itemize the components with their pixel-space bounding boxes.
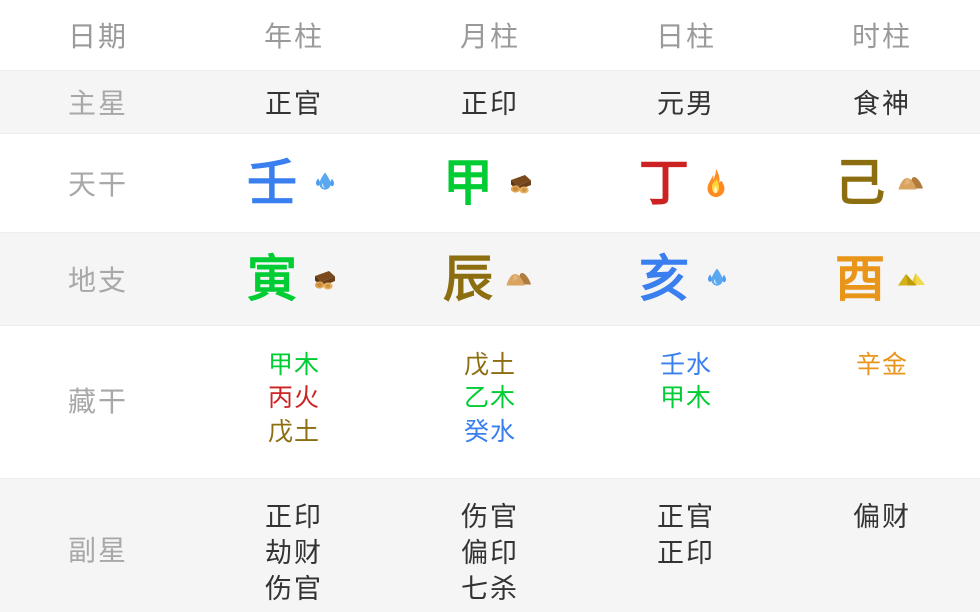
heavenly-stem-glyph-day: 丁 [639,154,689,211]
main-star-cell-hour: 食神 [784,70,980,134]
secondary-stars-row: 副星 正印 劫财 伤官 伤官 偏印 七杀 正官 正印 偏财 [0,478,980,612]
row-label-earthly-branches: 地支 [67,264,128,296]
secondary-stars-list: 正印 劫财 伤官 [196,479,392,604]
header-label-hour-pillar: 时柱 [851,20,912,52]
secondary-star-item: 伤官 [461,501,519,532]
hidden-stem-item: 戊土 [267,417,320,446]
secondary-stars-list: 伤官 偏印 七杀 [392,479,588,604]
hidden-stems-cell-day: 壬水 甲木 [588,325,784,479]
hidden-stems-cell-year: 甲木 丙火 戊土 [196,325,392,479]
hidden-stem-item: 甲木 [267,350,320,379]
main-star-value-day: 元男 [657,89,715,119]
header-label-date: 日期 [67,20,128,52]
earthly-branch-glyph-year: 寅 [247,250,297,307]
main-star-value-year: 正官 [265,89,323,119]
header-label-day-pillar: 日柱 [655,20,716,52]
header-label-year-pillar: 年柱 [263,20,324,52]
header-cell-year: 年柱 [196,0,392,71]
secondary-star-item: 偏印 [461,537,519,568]
secondary-star-item: 七杀 [461,573,519,604]
header-row-label-cell: 日期 [0,0,196,71]
secondary-star-item: 劫财 [265,537,323,568]
row-label-secondary-stars: 副星 [67,534,128,566]
row-label-heavenly-stems: 天干 [67,168,128,200]
hidden-stem-item: 癸水 [463,417,516,446]
secondary-stars-cell-year: 正印 劫财 伤官 [196,478,392,612]
secondary-star-item: 正印 [265,501,323,532]
heavenly-stem-glyph-year: 壬 [247,154,297,211]
main-star-row-label-cell: 主星 [0,70,196,134]
hidden-stem-item: 丙火 [267,384,320,412]
header-cell-hour: 时柱 [784,0,980,71]
hidden-stem-item: 戊土 [463,350,516,379]
header-cell-day: 日柱 [588,0,784,71]
secondary-star-item: 伤官 [265,573,323,604]
hidden-stems-list: 壬水 甲木 [588,326,784,412]
main-star-value-month: 正印 [461,89,519,119]
secondary-star-item: 偏财 [853,501,911,532]
main-star-row: 主星 正官 正印 元男 食神 [0,70,980,134]
heavenly-stem-cell-month[interactable]: 甲 [392,133,588,233]
earthly-branch-glyph-day: 亥 [639,250,689,307]
water-drops-icon [307,166,341,200]
hidden-stems-list: 辛金 [784,326,980,379]
main-star-value-hour: 食神 [853,89,911,119]
earthly-branch-cell-month[interactable]: 辰 [392,232,588,326]
secondary-stars-cell-day: 正官 正印 [588,478,784,612]
secondary-star-item: 正官 [657,501,715,532]
hidden-stem-item: 乙木 [463,384,516,412]
earthly-branch-cell-year[interactable]: 寅 [196,232,392,326]
main-star-cell-day: 元男 [588,70,784,134]
main-star-cell-month: 正印 [392,70,588,134]
row-label-main-star: 主星 [67,87,128,119]
secondary-stars-cell-month: 伤官 偏印 七杀 [392,478,588,612]
earthly-branch-glyph-hour: 酉 [835,250,885,307]
hidden-stem-item: 壬水 [659,350,712,379]
water-drops-icon [699,262,733,296]
fire-icon [699,166,733,200]
earthly-branches-row-label-cell: 地支 [0,232,196,326]
earthly-branch-cell-day[interactable]: 亥 [588,232,784,326]
secondary-stars-cell-hour: 偏财 [784,478,980,612]
heavenly-stems-row-label-cell: 天干 [0,133,196,233]
header-label-month-pillar: 月柱 [459,20,520,52]
earth-mounds-icon [895,166,929,200]
earthly-branch-glyph-month: 辰 [443,250,493,307]
bazi-chart-table: 日期 年柱 月柱 日柱 时柱 主星 正官 正印 元男 食神 天干 壬 甲 丁 己… [0,0,980,612]
secondary-stars-row-label-cell: 副星 [0,478,196,612]
metal-peaks-icon [895,262,929,296]
hidden-stems-list: 戊土 乙木 癸水 [392,326,588,446]
earthly-branch-cell-hour[interactable]: 酉 [784,232,980,326]
hidden-stems-row-label-cell: 藏干 [0,325,196,479]
secondary-stars-list: 偏财 [784,479,980,532]
heavenly-stem-cell-day[interactable]: 丁 [588,133,784,233]
heavenly-stem-cell-year[interactable]: 壬 [196,133,392,233]
hidden-stems-cell-hour: 辛金 [784,325,980,479]
wood-log-icon [307,262,341,296]
secondary-stars-list: 正官 正印 [588,479,784,568]
heavenly-stem-cell-hour[interactable]: 己 [784,133,980,233]
main-star-cell-year: 正官 [196,70,392,134]
secondary-star-item: 正印 [657,537,715,568]
header-cell-month: 月柱 [392,0,588,71]
earth-mounds-icon [503,262,537,296]
hidden-stem-item: 辛金 [855,350,908,379]
hidden-stems-cell-month: 戊土 乙木 癸水 [392,325,588,479]
heavenly-stem-glyph-month: 甲 [443,154,493,211]
row-label-hidden-stems: 藏干 [67,385,128,417]
hidden-stem-item: 甲木 [659,384,712,412]
wood-log-icon [503,166,537,200]
heavenly-stems-row: 天干 壬 甲 丁 己 [0,133,980,233]
table-header-row: 日期 年柱 月柱 日柱 时柱 [0,0,980,71]
hidden-stems-list: 甲木 丙火 戊土 [196,326,392,446]
earthly-branches-row: 地支 寅 辰 亥 酉 [0,232,980,326]
hidden-stems-row: 藏干 甲木 丙火 戊土 戊土 乙木 癸水 壬水 甲木 辛金 [0,325,980,479]
heavenly-stem-glyph-hour: 己 [835,154,885,211]
